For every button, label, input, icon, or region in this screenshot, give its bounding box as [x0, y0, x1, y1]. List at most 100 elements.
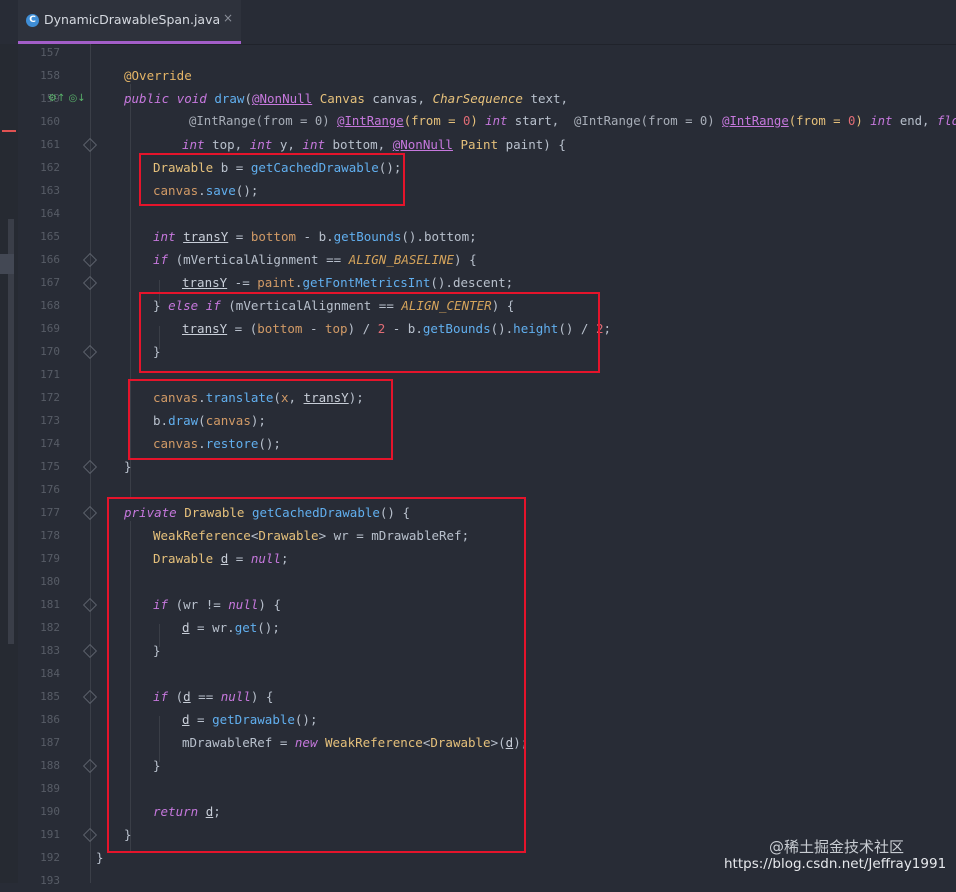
- tab-dynamicdrawablespan-java[interactable]: C DynamicDrawableSpan.java ×: [18, 0, 241, 44]
- keyword: int: [182, 137, 205, 152]
- annotation: @NonNull: [392, 137, 453, 152]
- inlay-hint: @IntRange(from = 0): [189, 114, 338, 128]
- line-number: 186: [40, 713, 60, 726]
- punct: =: [228, 229, 251, 244]
- line-number: 164: [40, 207, 60, 220]
- line-number: 162: [40, 161, 60, 174]
- highlight-box-align-center: [139, 292, 600, 373]
- method-call: getBounds: [333, 229, 402, 244]
- punct: paint) {: [498, 137, 566, 152]
- type: CharSequence: [432, 91, 523, 106]
- watermark-csdn-url: https://blog.csdn.net/Jeffray1991: [724, 856, 947, 872]
- keyword: int: [249, 137, 273, 152]
- code-line-167: transY -= paint.getFontMetricsInt().desc…: [182, 271, 513, 294]
- line-number: 188: [40, 759, 60, 772]
- fold-marker-icon[interactable]: [82, 505, 98, 521]
- punct: y,: [272, 137, 303, 152]
- keyword: int: [485, 114, 508, 128]
- punct: }: [124, 459, 132, 474]
- line-number: 175: [40, 460, 60, 473]
- line-number: 183: [40, 644, 60, 657]
- line-number: 165: [40, 230, 60, 243]
- line-number-gutter: 157 158 159 160 161 162 163 164 165 166 167 168 169 1…: [18, 44, 98, 887]
- fold-marker-icon[interactable]: [82, 827, 98, 843]
- close-icon[interactable]: ×: [223, 11, 233, 25]
- keyword: int: [302, 137, 325, 152]
- line-number: 166: [40, 253, 60, 266]
- line-number: 174: [40, 437, 60, 450]
- line-number: 167: [40, 276, 60, 289]
- annotation: @NonNull: [251, 91, 313, 106]
- keyword: public: [124, 91, 170, 106]
- line-number: 177: [40, 506, 60, 519]
- line-number: 163: [40, 184, 60, 197]
- highlight-box-get-cached-drawable: [107, 497, 526, 853]
- type: Canvas: [319, 91, 365, 106]
- line-number: 168: [40, 299, 60, 312]
- highlight-box-drawable-save: [139, 153, 405, 206]
- fold-marker-icon[interactable]: [82, 344, 98, 360]
- watermark-juejin: @稀土掘金技术社区: [769, 838, 905, 856]
- punct: (from =: [403, 114, 463, 128]
- punct: (from =: [788, 114, 848, 128]
- annotation: @IntRange: [337, 114, 404, 128]
- line-number: 169: [40, 322, 60, 335]
- override-implement-icon[interactable]: ⚙↑ ◎↓: [48, 93, 86, 104]
- punct: bottom,: [325, 137, 393, 152]
- keyword: int: [153, 229, 176, 244]
- tool-window-strip: [0, 44, 18, 883]
- line-number: 190: [40, 805, 60, 818]
- fold-marker-icon[interactable]: [82, 459, 98, 475]
- fold-marker-icon[interactable]: [82, 275, 98, 291]
- code-line-166: if (mVerticalAlignment == ALIGN_BASELINE…: [153, 248, 477, 271]
- punct: ) {: [454, 252, 477, 267]
- code-line-159: public void draw(@NonNull Canvas canvas,…: [124, 87, 568, 110]
- line-number: 157: [40, 46, 60, 59]
- scroll-thumb[interactable]: [0, 254, 14, 274]
- line-number: 182: [40, 621, 60, 634]
- line-number: 185: [40, 690, 60, 703]
- highlight-box-translate-draw: [128, 379, 393, 460]
- punct: start,: [507, 114, 575, 128]
- fold-marker-icon[interactable]: [82, 643, 98, 659]
- fold-marker-icon[interactable]: [82, 758, 98, 774]
- fold-marker-icon[interactable]: [82, 689, 98, 705]
- punct: -=: [227, 275, 258, 290]
- punct: ): [855, 114, 871, 128]
- keyword: float: [936, 114, 956, 128]
- tab-label: DynamicDrawableSpan.java: [44, 12, 221, 27]
- variable: transY: [182, 275, 228, 290]
- fold-marker-icon[interactable]: [82, 137, 98, 153]
- line-number: 172: [40, 391, 60, 404]
- keyword: int: [870, 114, 893, 128]
- keyword: void: [176, 91, 207, 106]
- editor-tab-bar: C DynamicDrawableSpan.java ×: [0, 0, 956, 45]
- fold-marker-icon[interactable]: [82, 597, 98, 613]
- error-stripe-mark: [2, 130, 16, 132]
- line-number: 187: [40, 736, 60, 749]
- line-number: 178: [40, 529, 60, 542]
- param: paint: [257, 275, 295, 290]
- punct: ;: [603, 321, 612, 336]
- type: Paint: [452, 137, 499, 152]
- java-class-icon: C: [26, 14, 39, 27]
- punct: ().descent;: [430, 275, 514, 290]
- punct: (: [244, 91, 252, 106]
- code-line-160: @IntRange(from = 0) @IntRange(from = 0) …: [189, 110, 956, 133]
- line-number: 158: [40, 69, 60, 82]
- line-number: 193: [40, 874, 60, 887]
- variable: transY: [183, 229, 229, 244]
- line-number: 176: [40, 483, 60, 496]
- punct: text,: [522, 91, 569, 106]
- annotation: @Override: [124, 68, 192, 83]
- line-number: 184: [40, 667, 60, 680]
- line-number: 171: [40, 368, 60, 381]
- method-call: getFontMetricsInt: [302, 275, 431, 290]
- line-number: 192: [40, 851, 60, 864]
- fold-marker-icon[interactable]: [82, 252, 98, 268]
- line-number: 160: [40, 115, 60, 128]
- punct: end,: [892, 114, 937, 128]
- line-number: 170: [40, 345, 60, 358]
- line-number: 180: [40, 575, 60, 588]
- punct: }: [96, 850, 104, 865]
